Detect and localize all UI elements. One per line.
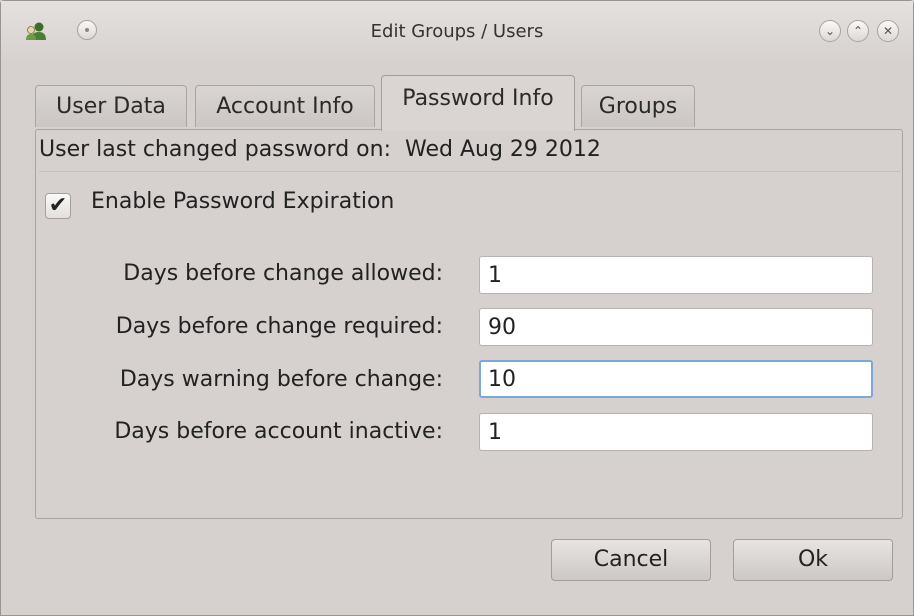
days-warning-before-change-field[interactable] — [479, 360, 873, 398]
checkmark-icon: ✔ — [48, 193, 68, 218]
enable-expiration-label[interactable]: Enable Password Expiration — [91, 189, 394, 214]
enable-expiration-checkbox[interactable]: ✔ — [45, 193, 71, 219]
cancel-button[interactable]: Cancel — [551, 539, 711, 581]
tab-password-info[interactable]: Password Info — [381, 75, 575, 131]
days-before-change-required-label: Days before change required: — [115, 314, 443, 339]
days-before-change-allowed-label: Days before change allowed: — [123, 261, 443, 286]
window-title: Edit Groups / Users — [370, 21, 544, 42]
last-changed-value: Wed Aug 29 2012 — [405, 137, 601, 162]
last-changed-label: User last changed password on: — [39, 137, 391, 162]
days-before-account-inactive-label: Days before account inactive: — [114, 419, 443, 444]
tab-groups[interactable]: Groups — [581, 85, 695, 127]
days-before-change-allowed-field[interactable] — [479, 256, 873, 294]
close-icon[interactable]: ✕ — [877, 20, 899, 42]
edit-groups-users-window: Edit Groups / Users ⌄ ⌃ ✕ User Data Acco… — [0, 0, 914, 616]
title-bar[interactable]: Edit Groups / Users ⌄ ⌃ ✕ — [1, 1, 913, 63]
days-before-change-required-field[interactable] — [479, 308, 873, 346]
last-changed-row: User last changed password on: Wed Aug 29… — [39, 137, 601, 162]
days-warning-before-change-label: Days warning before change: — [119, 367, 443, 392]
divider — [39, 171, 901, 172]
tab-account-info[interactable]: Account Info — [195, 85, 375, 127]
minimize-icon[interactable]: ⌄ — [819, 20, 841, 42]
ok-button[interactable]: Ok — [733, 539, 893, 581]
maximize-icon[interactable]: ⌃ — [847, 20, 869, 42]
tab-user-data[interactable]: User Data — [35, 85, 187, 127]
days-before-account-inactive-field[interactable] — [479, 413, 873, 451]
